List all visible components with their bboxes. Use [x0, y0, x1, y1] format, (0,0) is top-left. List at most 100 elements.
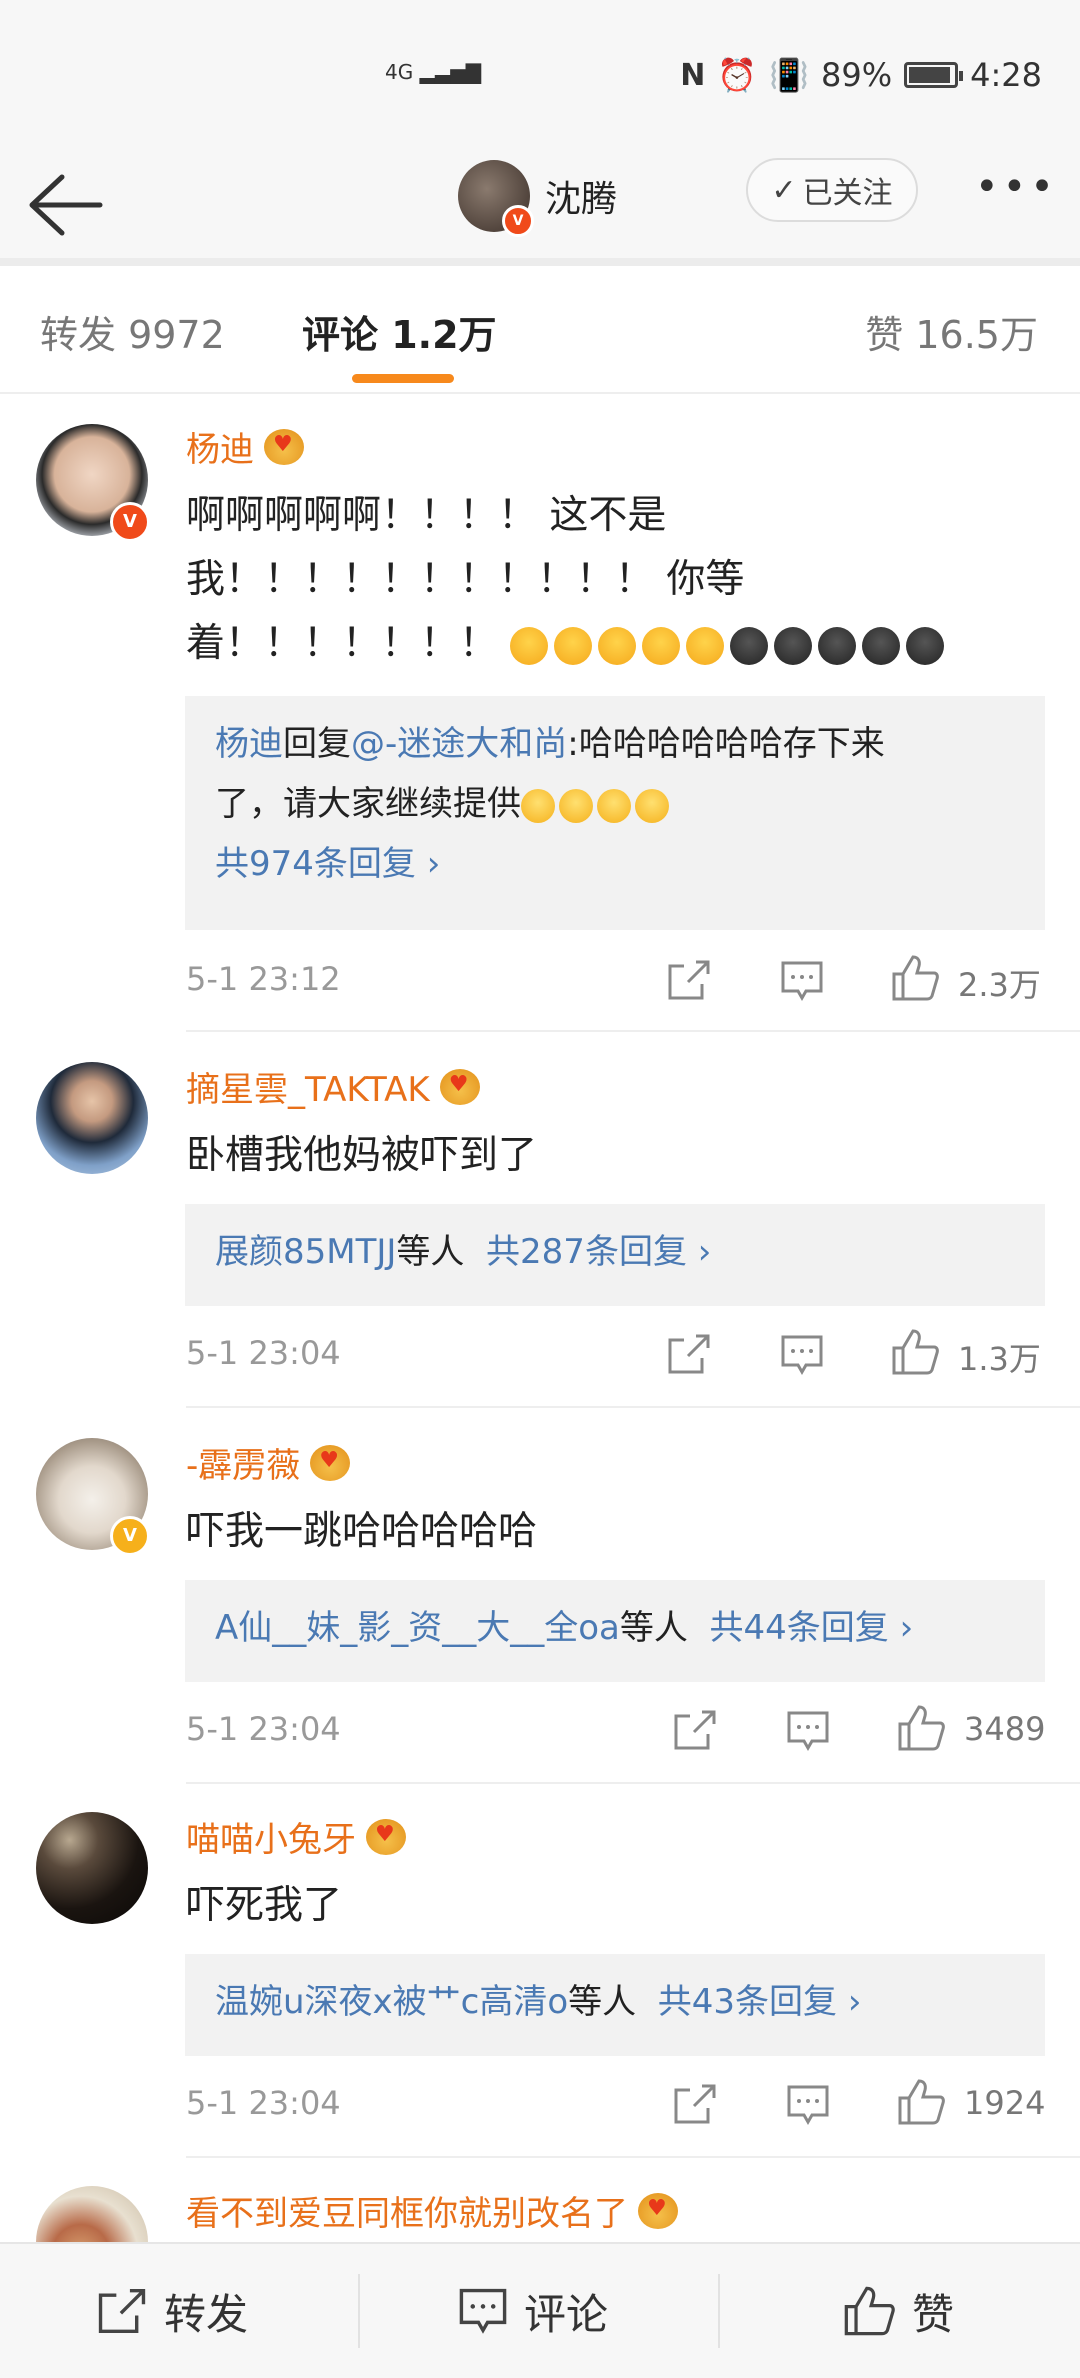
divider	[186, 1406, 1080, 1408]
comment-author[interactable]: -霹雳薇	[186, 1438, 351, 1487]
bottom-comment-label: 评论	[524, 2289, 609, 2339]
bottom-repost-button[interactable]: 转发	[96, 2244, 248, 2378]
comment-time: 5-1 23:04	[186, 1334, 341, 1372]
tab-repost[interactable]: 转发 9972	[40, 304, 225, 359]
tearful-emoji-icon	[818, 626, 857, 665]
battery-percent: 89%	[821, 56, 893, 94]
crown-icon	[439, 1068, 480, 1105]
reply-more-link[interactable]: 共44条回复 ›	[710, 1608, 914, 1648]
comment-icon	[787, 1711, 829, 1752]
like-button[interactable]	[890, 1328, 940, 1376]
follow-button[interactable]: ✓ 已关注	[746, 158, 918, 222]
avatar[interactable]	[36, 1062, 148, 1174]
reply-suffix: 等人	[568, 1982, 637, 2022]
comment-author-name: -霹雳薇	[186, 1446, 301, 1486]
tab-bar: 转发 9972 评论 1.2万 赞 16.5万	[0, 266, 1080, 394]
tearful-emoji-icon	[906, 626, 945, 665]
more-button[interactable]: •••	[975, 162, 1055, 222]
comment-button[interactable]	[780, 960, 824, 1002]
comment-author[interactable]: 看不到爱豆同框你就别改名了	[186, 2186, 678, 2235]
crown-icon	[310, 1444, 351, 1481]
grin-emoji-icon	[597, 788, 631, 823]
repost-button[interactable]	[666, 1332, 712, 1376]
tab-like[interactable]: 赞 16.5万	[865, 304, 1038, 359]
vibrate-icon: 📳	[769, 56, 810, 94]
comment-button[interactable]	[786, 2084, 830, 2126]
bottom-comment-button[interactable]: 评论	[458, 2244, 608, 2378]
status-bar: 4G ▂▃▅▇ N ⏰ 📳 89% 4:28	[0, 0, 1080, 150]
top-nav: V 沈腾 ✓ 已关注 •••	[0, 150, 1080, 266]
back-button[interactable]	[22, 160, 112, 250]
reply-author[interactable]: 杨迪	[215, 724, 283, 764]
tab-comment[interactable]: 评论 1.2万	[302, 304, 497, 359]
reply-users[interactable]: A仙__妹_影_资__大__全oa	[215, 1608, 620, 1648]
reply-more-link[interactable]: 共287条回复 ›	[486, 1232, 711, 1272]
reply-preview[interactable]: 杨迪回复@-迷途大和尚:哈哈哈哈哈哈存下来 了，请大家继续提供 共974条回复 …	[185, 696, 1045, 930]
comment-time: 5-1 23:04	[186, 1710, 341, 1748]
crown-icon	[264, 428, 304, 465]
reply-target[interactable]: @-迷途大和尚	[351, 724, 567, 764]
repost-button[interactable]	[672, 1708, 718, 1752]
reply-preview[interactable]: 温婉u深夜x被艹c高清o等人 共43条回复 ›	[185, 1954, 1045, 2056]
comment-author[interactable]: 摘星雲_TAKTAK	[186, 1062, 480, 1111]
comment-author[interactable]: 杨迪	[186, 422, 304, 471]
alarm-icon: ⏰	[717, 56, 758, 94]
like-icon	[844, 2286, 895, 2336]
divider	[186, 1782, 1080, 1784]
network-indicator: 4G ▂▃▅▇	[385, 60, 481, 84]
reply-text: 了，请大家继续提供	[215, 784, 521, 824]
crown-icon	[638, 2192, 678, 2229]
reply-users[interactable]: 温婉u深夜x被艹c高清o	[215, 1982, 568, 2022]
reply-more-link[interactable]: 共974条回复 ›	[215, 834, 1015, 894]
reply-preview[interactable]: A仙__妹_影_资__大__全oa等人 共44条回复 ›	[185, 1580, 1045, 1682]
like-icon	[898, 2079, 945, 2125]
separator	[718, 2274, 720, 2348]
bottom-like-button[interactable]: 赞	[842, 2244, 954, 2378]
repost-icon	[668, 960, 710, 1000]
comment-text-line: 啊啊啊啊啊！！！！ 这不是	[186, 493, 667, 538]
reply-preview[interactable]: 展颜85MTJJ等人 共287条回复 ›	[185, 1204, 1045, 1306]
nfc-icon: N	[680, 57, 706, 93]
reply-line: 了，请大家继续提供	[215, 774, 1015, 834]
verified-icon: V	[110, 1516, 150, 1556]
signal-icon: ▂▃▅▇	[419, 60, 482, 84]
more-icon: •••	[975, 164, 1058, 210]
comment-button[interactable]	[786, 1710, 830, 1752]
reply-suffix: 等人	[619, 1608, 688, 1648]
comment-icon	[781, 961, 823, 1002]
nav-user-name[interactable]: 沈腾	[545, 170, 617, 222]
verified-icon: V	[110, 502, 150, 542]
tab-indicator	[352, 374, 454, 383]
verified-icon: V	[502, 205, 534, 237]
repost-icon	[668, 1334, 710, 1374]
like-button[interactable]	[896, 1704, 946, 1752]
repost-icon	[674, 2084, 716, 2124]
comment-button[interactable]	[780, 1334, 824, 1376]
like-count: 2.3万	[958, 966, 1041, 1004]
back-arrow-icon	[29, 174, 103, 236]
separator	[358, 2274, 360, 2348]
comment-text: 啊啊啊啊啊！！！！ 这不是 我！！！！！！！！！！！ 你等 着！！！！！！！	[186, 484, 1026, 676]
comment-text: 卧槽我他妈被吓到了	[186, 1133, 538, 1178]
comment-text: 吓我一跳哈哈哈哈哈	[186, 1509, 538, 1554]
comment-icon	[781, 1335, 823, 1376]
comment-author-name: 喵喵小兔牙	[186, 1820, 356, 1860]
avatar[interactable]	[36, 1812, 148, 1924]
divider	[186, 2156, 1080, 2158]
like-button[interactable]	[896, 2078, 946, 2126]
bottom-action-bar: 转发 评论 赞	[0, 2242, 1080, 2378]
repost-button[interactable]	[666, 958, 712, 1002]
comment-icon	[459, 2288, 507, 2334]
comment-text-line-3: 着！！！！！！！	[186, 612, 1026, 676]
like-count: 3489	[964, 1710, 1046, 1748]
crying-emoji-icon	[686, 626, 725, 665]
reply-users[interactable]: 展颜85MTJJ	[215, 1232, 396, 1272]
like-icon	[898, 1705, 945, 1751]
comment-icon	[787, 2085, 829, 2126]
like-button[interactable]	[890, 954, 940, 1002]
reply-more-link[interactable]: 共43条回复 ›	[658, 1982, 862, 2022]
comment-author[interactable]: 喵喵小兔牙	[186, 1812, 406, 1861]
repost-button[interactable]	[672, 2082, 718, 2126]
reply-suffix: 等人	[396, 1232, 465, 1272]
comment-text: 吓死我了	[186, 1883, 343, 1928]
